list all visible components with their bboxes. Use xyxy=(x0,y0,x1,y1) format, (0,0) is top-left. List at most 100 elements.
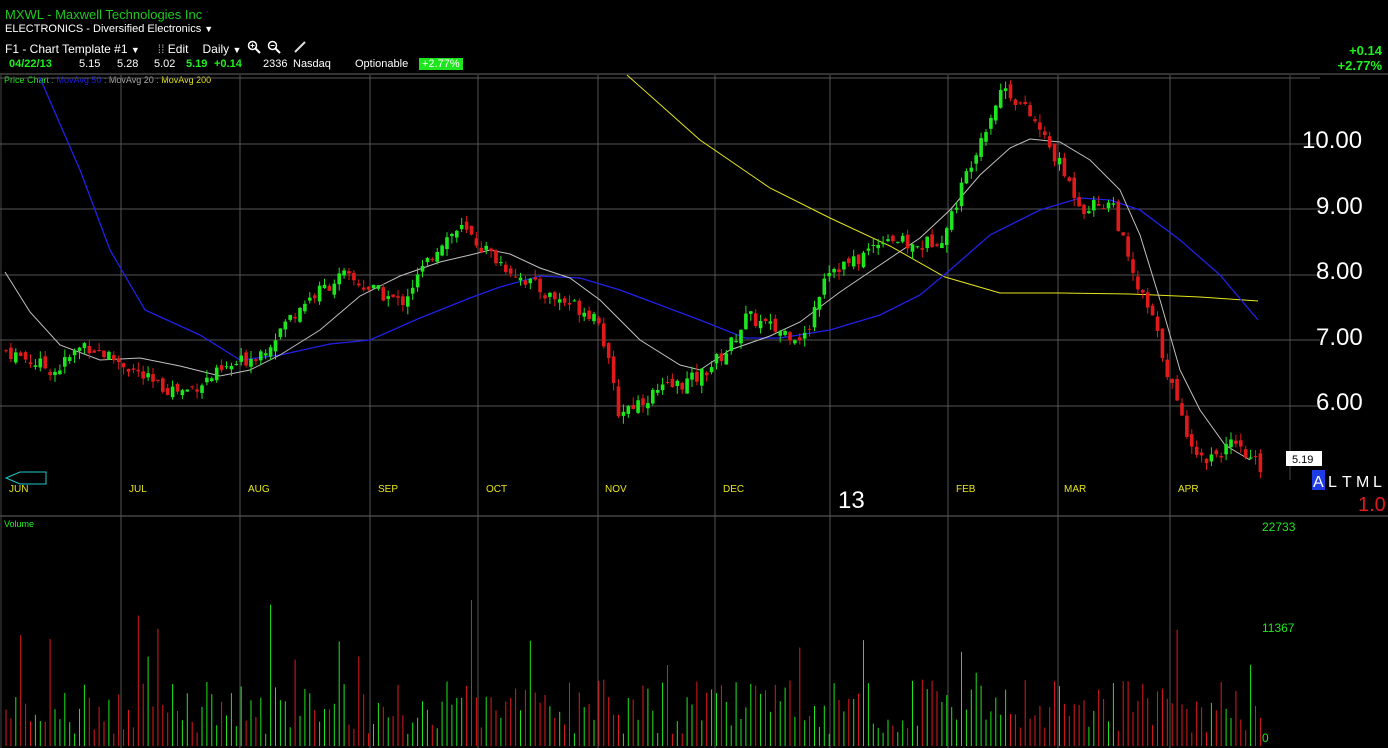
candle-body xyxy=(14,352,18,363)
candle-body xyxy=(455,230,459,238)
corner-letter-m[interactable]: M xyxy=(1356,474,1369,491)
candle-body xyxy=(205,377,209,383)
candle-body xyxy=(773,318,778,332)
candle-body xyxy=(768,321,773,324)
candle-body xyxy=(214,367,219,381)
candle-body xyxy=(812,307,817,328)
candle-body xyxy=(557,299,562,303)
candles xyxy=(4,80,1263,479)
candle-body xyxy=(322,284,327,289)
candle-body xyxy=(249,358,253,367)
candle-body xyxy=(126,368,131,372)
candle-body xyxy=(1204,458,1209,464)
candle-body xyxy=(1003,88,1008,91)
candle-body xyxy=(9,347,13,360)
month-mar: MAR xyxy=(1064,484,1086,495)
candle-body xyxy=(675,380,680,387)
candle-body xyxy=(263,353,268,356)
candle-body xyxy=(391,294,395,297)
candle-body xyxy=(67,357,72,361)
candle-body xyxy=(1092,200,1096,211)
candle-body xyxy=(1214,450,1219,455)
candle-body xyxy=(724,353,729,365)
candle-body xyxy=(63,357,67,367)
candle-body xyxy=(303,303,307,312)
candle-body xyxy=(361,287,366,290)
candle-body xyxy=(1141,290,1145,293)
candle-body xyxy=(131,368,136,370)
candle-body xyxy=(1101,208,1106,210)
candle-body xyxy=(611,356,616,384)
candle-body xyxy=(82,343,87,348)
candle-body xyxy=(602,323,606,347)
candle-body xyxy=(807,328,812,330)
candle-body xyxy=(28,362,33,365)
corner-letter-a[interactable]: A xyxy=(1313,474,1324,491)
candle-body xyxy=(259,351,263,361)
candle-body xyxy=(1052,144,1057,162)
month-oct: OCT xyxy=(486,484,507,495)
candle-body xyxy=(440,245,444,256)
candle-body xyxy=(1155,316,1160,331)
candle-body xyxy=(994,105,998,121)
month-jul: JUL xyxy=(129,484,147,495)
chart-canvas[interactable]: 10.00 9.00 8.00 7.00 6.00 5.19 JUN JUL A… xyxy=(0,0,1388,748)
candle-body xyxy=(1185,415,1189,437)
candle-body xyxy=(1209,454,1214,462)
candle-body xyxy=(342,270,346,276)
candle-body xyxy=(254,359,258,361)
candle-body xyxy=(626,406,631,414)
candle-body xyxy=(273,340,278,352)
candle-body xyxy=(121,363,126,368)
candle-body xyxy=(636,400,640,413)
corner-letter-l2[interactable]: L xyxy=(1373,474,1382,491)
candle-body xyxy=(1047,136,1052,148)
month-gridlines xyxy=(120,75,1171,748)
corner-letter-l[interactable]: L xyxy=(1328,474,1337,491)
candle-body xyxy=(87,345,92,354)
candle-body xyxy=(332,283,337,295)
candle-body xyxy=(1018,102,1023,104)
candle-body xyxy=(778,331,782,336)
volume-label-mid: 11367 xyxy=(1262,621,1295,635)
candle-body xyxy=(1126,236,1130,257)
candle-body xyxy=(582,312,586,317)
candle-body xyxy=(489,248,493,252)
candle-body xyxy=(1190,434,1194,447)
candle-body xyxy=(508,268,513,274)
price-label-8: 8.00 xyxy=(1316,258,1363,285)
candle-body xyxy=(1043,131,1047,136)
candle-body xyxy=(665,381,670,383)
month-axis: JUN JUL AUG SEP OCT NOV DEC FEB MAR APR xyxy=(9,484,1199,495)
candle-body xyxy=(704,372,709,376)
candle-body xyxy=(386,296,390,299)
volume-panel-title: Volume xyxy=(4,519,35,529)
candle-body xyxy=(1160,328,1165,359)
corner-letters: A L T M L xyxy=(1313,474,1382,491)
candle-body xyxy=(655,390,660,393)
candle-body xyxy=(107,351,111,360)
candle-body xyxy=(1131,259,1135,273)
candle-body xyxy=(935,244,939,246)
candle-body xyxy=(533,277,537,280)
candle-body xyxy=(837,269,841,272)
corner-letter-t[interactable]: T xyxy=(1342,474,1352,491)
candle-body xyxy=(499,262,503,264)
last-price-label: 5.19 xyxy=(1292,454,1313,466)
candle-body xyxy=(861,252,866,268)
candle-body xyxy=(1239,440,1243,447)
candle-body xyxy=(572,300,577,302)
candle-body xyxy=(896,241,900,243)
candle-body xyxy=(876,244,880,249)
ma50-line xyxy=(39,77,1259,361)
candle-body xyxy=(856,254,861,265)
scroll-left-arrow-icon[interactable] xyxy=(4,471,47,485)
candle-body xyxy=(964,171,969,184)
candle-body xyxy=(58,370,62,375)
candle-body xyxy=(396,296,400,298)
candle-body xyxy=(646,403,650,409)
candle-body xyxy=(714,354,719,364)
candle-body xyxy=(415,274,420,288)
candle-body xyxy=(788,332,792,341)
volume-bars xyxy=(5,599,1261,746)
